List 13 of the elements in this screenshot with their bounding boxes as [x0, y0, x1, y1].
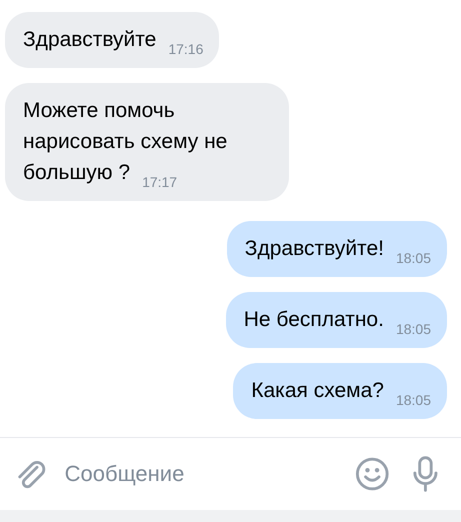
message-time: 18:05: [396, 392, 431, 408]
message-bubble: Здравствуйте 17:16: [5, 12, 220, 68]
message-time: 17:16: [168, 41, 204, 57]
smiley-icon[interactable]: [354, 456, 390, 492]
message-bubble: Можете помочь нарисовать схему не большую ? 17:17: [5, 83, 289, 201]
message-time: 18:05: [396, 250, 431, 266]
message-time: 17:17: [142, 174, 178, 190]
microphone-icon[interactable]: [412, 455, 440, 493]
message-time: 18:05: [396, 321, 431, 337]
message-bubble: Здравствуйте! 18:05: [226, 221, 447, 277]
message-bubble: Какая схема? 18:05: [233, 363, 447, 419]
message-field[interactable]: Сообщение: [62, 460, 355, 488]
message-bubble: Не бесплатно. 18:05: [226, 292, 447, 348]
